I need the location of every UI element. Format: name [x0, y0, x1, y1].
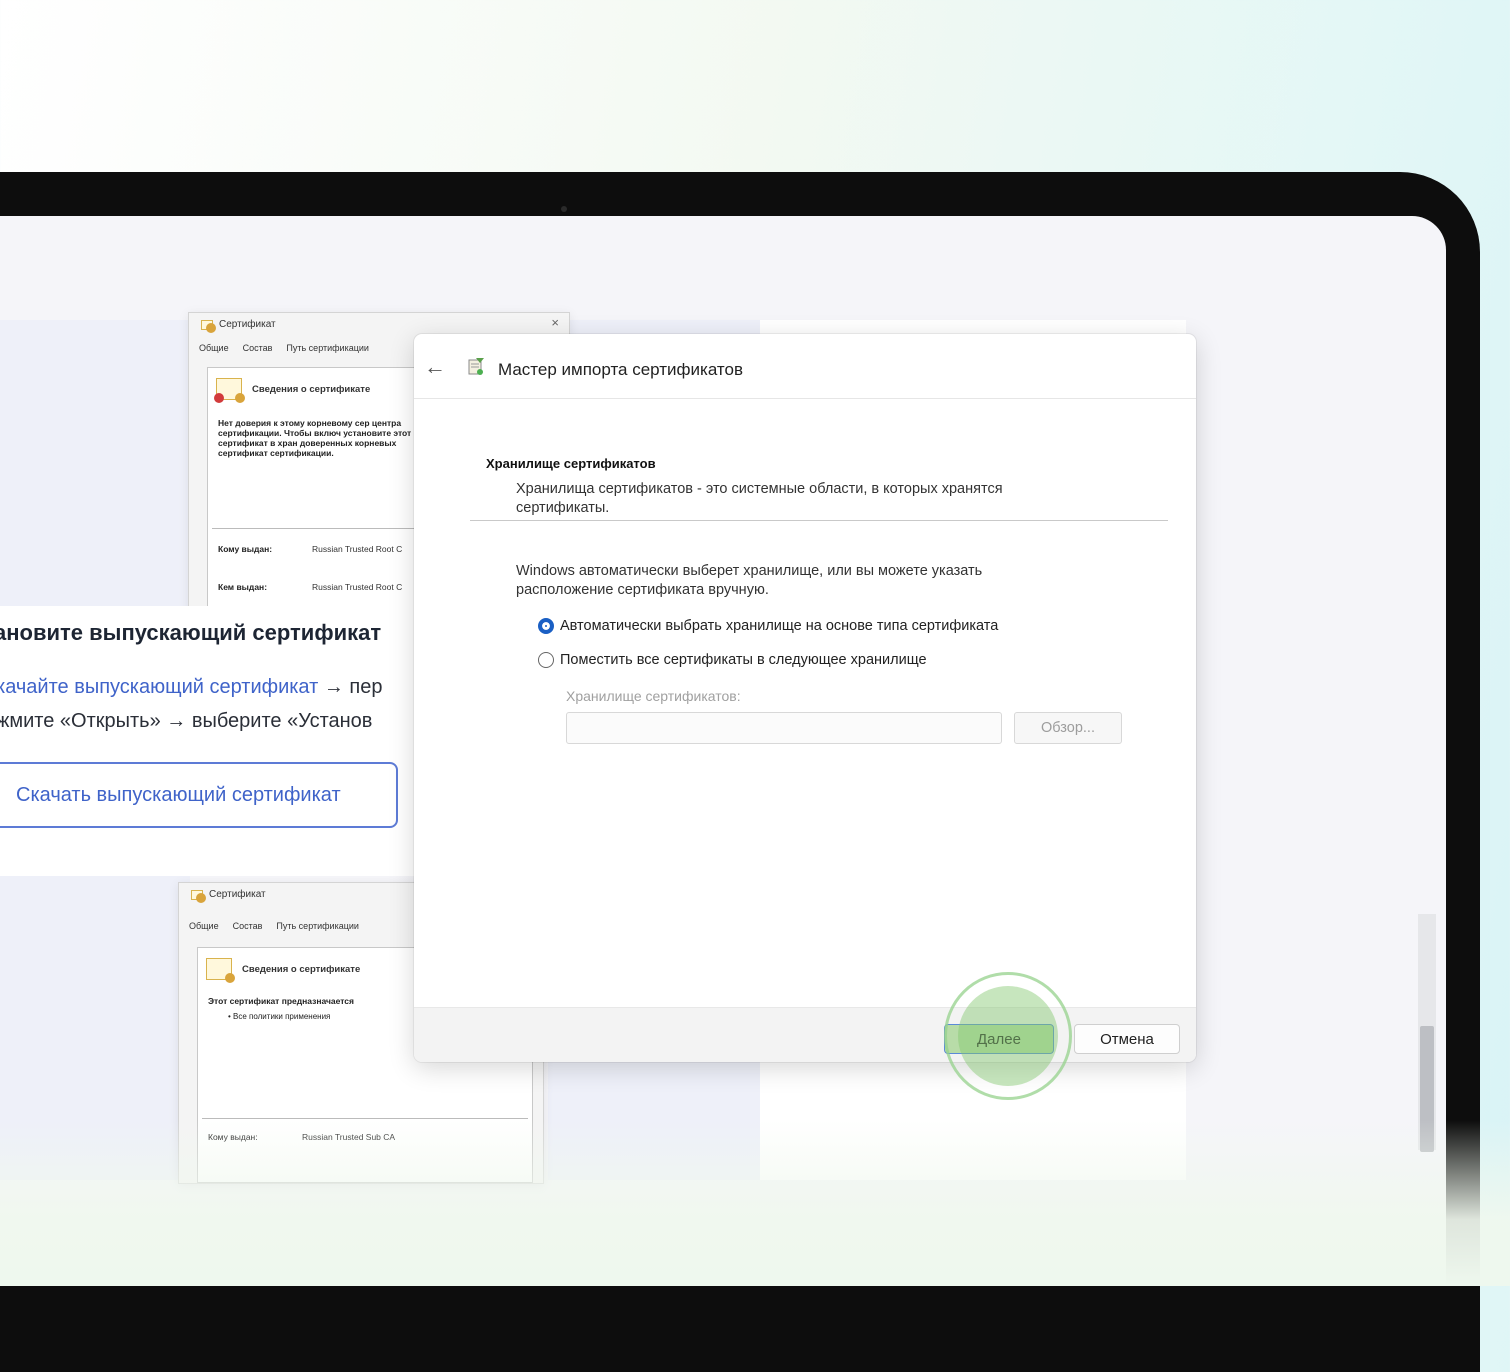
camera-icon [561, 206, 567, 212]
radio-unselected-icon[interactable] [538, 652, 554, 668]
issued-by-label: Кем выдан: [218, 582, 268, 592]
info-body: Нет доверия к этому корневому сер центра… [218, 418, 412, 458]
issued-by-value: Russian Trusted Root C [312, 582, 403, 592]
wizard-footer: Далее Отмена [414, 1007, 1196, 1062]
instruction-step-1: качайте выпускающий сертификат → пер [0, 676, 382, 699]
section-title: Хранилище сертификатов [486, 456, 656, 471]
issued-to-value: Russian Trusted Root C [312, 544, 403, 554]
instruction-step-2: жмите «Открыть» → выберите «Установ [0, 710, 373, 732]
certificate-icon [206, 958, 235, 983]
certificate-icon [201, 319, 216, 333]
instruction-step-1-rest: → пер [318, 676, 383, 698]
tab-bar: Общие Состав Путь сертификации [197, 341, 371, 355]
window-title: Сертификат [201, 319, 276, 333]
radio-selected-icon[interactable] [538, 618, 554, 634]
issued-to-label: Кому выдан: [218, 544, 273, 554]
issued-to-value: Russian Trusted Sub CA [302, 1132, 396, 1142]
store-field[interactable] [566, 712, 1002, 744]
download-link[interactable]: качайте выпускающий сертификат [0, 676, 318, 698]
radio-auto-label: Автоматически выбрать хранилище на основ… [560, 618, 999, 634]
instruction-heading: ановите выпускающий сертификат [0, 620, 382, 645]
browse-button[interactable]: Обзор... [1014, 712, 1122, 744]
cancel-button[interactable]: Отмена [1074, 1024, 1180, 1054]
download-certificate-button[interactable]: Скачать выпускающий сертификат [0, 762, 398, 828]
page-scrollbar-thumb[interactable] [1420, 1026, 1434, 1152]
tab-details[interactable]: Состав [231, 919, 265, 933]
info-header-text: Сведения о сертификате [252, 383, 371, 395]
tab-general[interactable]: Общие [187, 919, 221, 933]
issued-to-label: Кому выдан: [208, 1132, 258, 1142]
issued-to-row: Кому выдан: Russian Trusted Sub CA [208, 1132, 395, 1142]
info-header-text: Сведения о сертификате [242, 963, 361, 975]
certificate-error-icon [214, 378, 245, 403]
certificate-import-wizard: ← Мастер импорта сертификатов Хранилище … [414, 334, 1196, 1062]
close-icon[interactable]: × [551, 315, 559, 330]
issued-to-row: Кому выдан: Russian Trusted Root C [218, 544, 402, 554]
window-title: Сертификат [191, 889, 266, 903]
instruction-card: ановите выпускающий сертификат качайте в… [0, 606, 470, 876]
next-button[interactable]: Далее [944, 1024, 1054, 1054]
store-field-label: Хранилище сертификатов: [566, 688, 741, 704]
tab-cert-path[interactable]: Путь сертификации [284, 341, 371, 355]
info-header: Сведения о сертификате [206, 958, 361, 983]
certificate-wizard-icon [468, 358, 484, 375]
radio-manual-label: Поместить все сертификаты в следующее хр… [560, 652, 927, 668]
issued-by-row: Кем выдан: Russian Trusted Root C [218, 582, 402, 592]
wizard-title: Мастер импорта сертификатов [498, 360, 744, 379]
divider [202, 1118, 528, 1119]
back-arrow-icon[interactable]: ← [424, 354, 446, 380]
tab-details[interactable]: Состав [241, 341, 275, 355]
laptop-screen: Сертификат × Общие Состав Путь сертифика… [0, 216, 1446, 1286]
section-description: Хранилища сертификатов - это системные о… [516, 481, 1003, 516]
window-title-text: Сертификат [219, 319, 276, 330]
info-header: Сведения о сертификате [214, 378, 371, 403]
tab-cert-path[interactable]: Путь сертификации [274, 919, 361, 933]
radio-auto-store[interactable]: Автоматически выбрать хранилище на основ… [538, 618, 998, 634]
window-title-text: Сертификат [209, 889, 266, 900]
tab-general[interactable]: Общие [197, 341, 231, 355]
wizard-body-text: Windows автоматически выберет хранилище,… [516, 563, 983, 598]
section-divider [470, 520, 1168, 521]
wizard-header: ← Мастер импорта сертификатов [414, 334, 1196, 399]
certificate-icon [191, 889, 206, 903]
radio-manual-store[interactable]: Поместить все сертификаты в следующее хр… [538, 652, 927, 668]
tab-bar: Общие Состав Путь сертификации [187, 919, 361, 933]
